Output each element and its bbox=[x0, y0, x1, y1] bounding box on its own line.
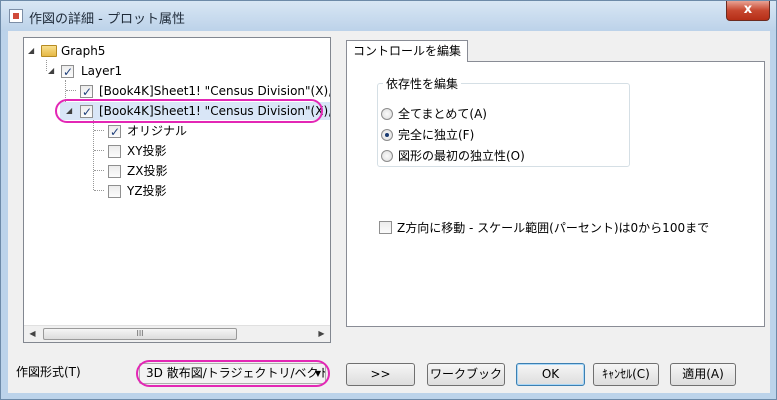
tree-item-graph[interactable]: ◢ Graph5 bbox=[24, 42, 324, 60]
scroll-thumb[interactable]: III bbox=[43, 328, 237, 340]
scroll-right-icon[interactable]: ▶ bbox=[313, 326, 330, 342]
tree-item-zx-projection[interactable]: ZX投影 bbox=[24, 162, 324, 180]
close-button[interactable]: x bbox=[726, 1, 770, 21]
collapse-icon[interactable]: ◢ bbox=[28, 42, 34, 60]
radio-button[interactable] bbox=[381, 129, 393, 141]
radio-button[interactable] bbox=[381, 108, 393, 120]
tree-item-label: Graph5 bbox=[61, 44, 106, 58]
apply-button[interactable]: 適用(A) bbox=[670, 363, 736, 386]
collapse-icon[interactable]: ◢ bbox=[48, 62, 54, 80]
title-bar[interactable]: 作図の詳細 - プロット属性 x bbox=[1, 1, 776, 31]
cancel-button[interactable]: ｷｬﾝｾﾙ(C) bbox=[593, 363, 659, 386]
radio-label: 図形の最初の独立性(O) bbox=[398, 149, 525, 163]
tree-item-label: Layer1 bbox=[81, 64, 123, 78]
tree-item-yz-projection[interactable]: YZ投影 bbox=[24, 182, 324, 200]
tree-item-plot[interactable]: [Book4K]Sheet1! "Census Division"(X), "Y bbox=[24, 82, 330, 100]
xy-projection-checkbox[interactable] bbox=[108, 145, 121, 158]
group-title: 依存性を編集 bbox=[383, 75, 462, 92]
original-checkbox[interactable] bbox=[108, 123, 121, 141]
layer-checkbox[interactable] bbox=[61, 63, 74, 81]
tree-item-xy-projection[interactable]: XY投影 bbox=[24, 142, 324, 160]
app-icon bbox=[9, 9, 23, 23]
tree-item-original[interactable]: オリジナル bbox=[24, 122, 324, 141]
window-title: 作図の詳細 - プロット属性 bbox=[29, 12, 185, 27]
z-direction-checkbox[interactable] bbox=[379, 221, 392, 234]
tree-item-label: ZX投影 bbox=[127, 164, 168, 178]
plot-checkbox[interactable] bbox=[80, 83, 93, 100]
highlight-annotation bbox=[136, 360, 330, 387]
z-direction-label: Z方向に移動 - スケール範囲(パーセント)は0から100まで bbox=[397, 221, 710, 235]
yz-projection-checkbox[interactable] bbox=[108, 185, 121, 198]
dialog-window: 作図の詳細 - プロット属性 x ◢ Graph5 ◢ ✓ Layer1 ✓ [… bbox=[0, 0, 777, 400]
dialog-client-area: ◢ Graph5 ◢ Layer1 [Book4K]Sheet1! "Censu… bbox=[8, 31, 770, 393]
tree-item-label: オリジナル bbox=[127, 124, 188, 138]
expand-button[interactable]: >> bbox=[346, 363, 415, 386]
tab-edit-controls[interactable]: コントロールを編集 bbox=[346, 40, 469, 62]
radio-label: 完全に独立(F) bbox=[398, 128, 475, 142]
tree-item-label: [Book4K]Sheet1! "Census Division"(X), "Y bbox=[99, 84, 330, 98]
radio-button[interactable] bbox=[381, 150, 393, 162]
scroll-left-icon[interactable]: ◀ bbox=[24, 326, 41, 342]
highlight-annotation bbox=[55, 99, 323, 123]
folder-icon bbox=[41, 45, 57, 57]
tab-panel: 依存性を編集 全てまとめて(A) 完全に独立(F) 図形の最初の独立性(O) Z… bbox=[346, 61, 765, 327]
ok-button[interactable]: OK bbox=[516, 363, 585, 386]
tree-item-layer[interactable]: ◢ Layer1 bbox=[24, 62, 324, 81]
tree-item-label: YZ投影 bbox=[127, 184, 167, 198]
tree-item-label: XY投影 bbox=[127, 144, 167, 158]
radio-label: 全てまとめて(A) bbox=[398, 107, 487, 121]
horizontal-scrollbar[interactable]: ◀ III ▶ bbox=[24, 325, 330, 342]
plot-type-label: 作図形式(T) bbox=[16, 365, 81, 379]
plot-tree[interactable]: ◢ Graph5 ◢ Layer1 [Book4K]Sheet1! "Censu… bbox=[23, 37, 331, 343]
workbook-button[interactable]: ワークブック bbox=[427, 363, 505, 386]
zx-projection-checkbox[interactable] bbox=[108, 165, 121, 178]
